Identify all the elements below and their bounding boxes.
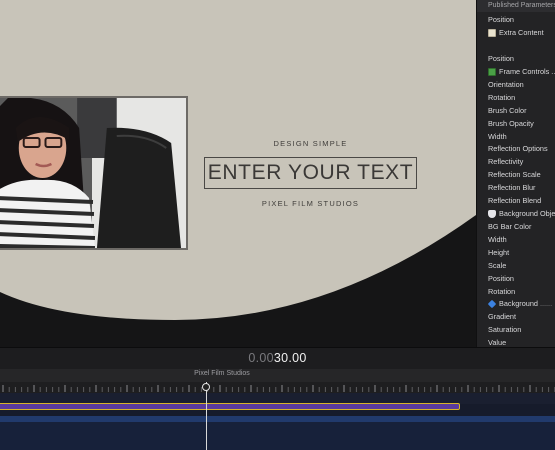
- param-label: Extra Content: [499, 28, 544, 37]
- param-label: Reflectivity: [488, 157, 524, 166]
- playhead-line[interactable]: [206, 382, 207, 450]
- timecode-bar: 0.0030.00: [0, 347, 555, 369]
- timecode-dim: 0.00: [248, 351, 274, 365]
- param-position[interactable]: Position: [488, 53, 514, 64]
- param-frame-controls[interactable]: Frame Controls ...: [488, 66, 555, 77]
- param-gradient[interactable]: Gradient: [488, 311, 516, 322]
- param-height[interactable]: Height: [488, 247, 509, 258]
- param-label: Rotation: [488, 287, 516, 296]
- film-icon: [488, 67, 496, 76]
- param-label: BG Bar Color: [488, 222, 532, 231]
- playhead-handle[interactable]: [202, 383, 210, 391]
- param-label: Width: [488, 132, 507, 141]
- param-label: Height: [488, 248, 510, 257]
- param-background-object[interactable]: Background Obje: [488, 208, 555, 219]
- param-label: Frame Controls ...: [499, 67, 555, 76]
- param-label: Brush Opacity: [488, 119, 534, 128]
- param-label: Background Obje: [499, 209, 555, 218]
- param-rotation[interactable]: Rotation: [488, 286, 515, 297]
- param-label: Width: [488, 235, 507, 244]
- title-textbox[interactable]: ENTER YOUR TEXT: [204, 157, 417, 189]
- param-width[interactable]: Width: [488, 234, 507, 245]
- timeline-clip[interactable]: [0, 403, 460, 410]
- param-value[interactable]: Value: [488, 337, 506, 347]
- param-rotation[interactable]: Rotation: [488, 92, 515, 103]
- param-label: Value: [488, 338, 507, 347]
- param-label: Background: [499, 299, 538, 308]
- ruler-ticks: [2, 385, 555, 392]
- tagline-bottom: PIXEL FILM STUDIOS: [261, 199, 360, 208]
- param-label: Gradient: [488, 312, 516, 321]
- track-lane-lower: [0, 422, 555, 450]
- title-text[interactable]: ENTER YOUR TEXT: [208, 161, 413, 185]
- timeline-ruler[interactable]: [0, 382, 555, 393]
- param-label: Position: [488, 15, 514, 24]
- timeline-tracks[interactable]: [0, 393, 555, 450]
- param-label: Scale: [488, 261, 507, 270]
- param-orientation[interactable]: Orientation: [488, 79, 524, 90]
- video-thumbnail[interactable]: [0, 96, 188, 250]
- shield-icon: [488, 209, 496, 218]
- param-position[interactable]: Position: [488, 14, 514, 25]
- param-brush-opacity[interactable]: Brush Opacity: [488, 118, 534, 129]
- inspector-panel: Published Parameters Position Extra Cont…: [476, 0, 555, 347]
- tagline-top: DESIGN SIMPLE: [273, 139, 348, 148]
- timecode-bright: 30.00: [273, 351, 307, 365]
- param-label: Reflection Scale: [488, 170, 541, 179]
- param-scale[interactable]: Scale: [488, 260, 506, 271]
- param-label: Brush Color: [488, 106, 527, 115]
- param-label: Reflection Options: [488, 144, 548, 153]
- canvas-viewer[interactable]: DESIGN SIMPLE ENTER YOUR TEXT PIXEL FILM…: [0, 0, 476, 347]
- project-name: Pixel Film Studios: [194, 370, 250, 377]
- param-bg-bar-color[interactable]: BG Bar Color: [488, 221, 531, 232]
- param-reflectivity[interactable]: Reflectivity: [488, 156, 523, 167]
- param-width[interactable]: Width: [488, 131, 507, 142]
- param-label: Orientation: [488, 80, 524, 89]
- param-extra-content[interactable]: Extra Content: [488, 27, 544, 38]
- param-reflection-scale[interactable]: Reflection Scale: [488, 169, 541, 180]
- param-label: Saturation: [488, 325, 522, 334]
- timecode-display[interactable]: 0.0030.00: [0, 351, 555, 365]
- param-suffix: ......: [539, 299, 553, 308]
- param-label: Position: [488, 54, 514, 63]
- woman-portrait-image: [0, 98, 186, 248]
- document-icon: [488, 28, 496, 37]
- diamond-icon: [487, 299, 497, 308]
- project-bar: Pixel Film Studios: [0, 369, 555, 382]
- param-label: Reflection Blur: [488, 183, 536, 192]
- param-position[interactable]: Position: [488, 273, 514, 284]
- param-label: Rotation: [488, 93, 516, 102]
- param-label: Position: [488, 274, 514, 283]
- inspector-header: Published Parameters: [477, 0, 555, 12]
- param-brush-color[interactable]: Brush Color: [488, 105, 527, 116]
- param-background[interactable]: Background ......: [487, 298, 553, 309]
- param-reflection-blur[interactable]: Reflection Blur: [488, 182, 535, 193]
- param-reflection-options[interactable]: Reflection Options: [488, 143, 548, 154]
- param-reflection-blend[interactable]: Reflection Blend: [488, 195, 541, 206]
- param-label: Reflection Blend: [488, 196, 542, 205]
- param-saturation[interactable]: Saturation: [488, 324, 521, 335]
